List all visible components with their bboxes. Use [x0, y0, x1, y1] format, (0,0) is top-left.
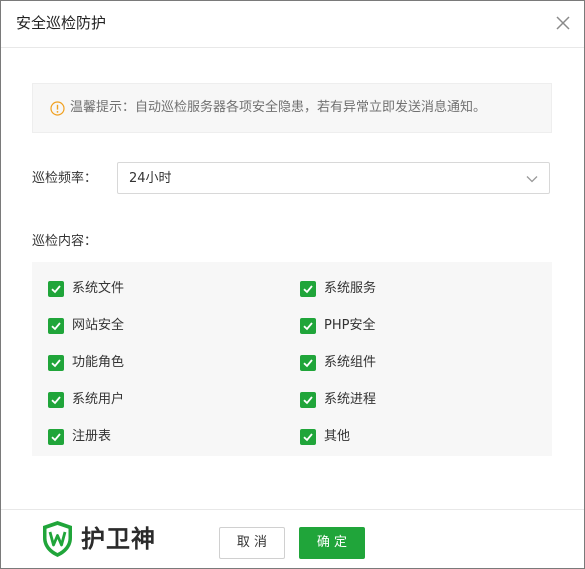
brand-logo: 护卫神: [41, 520, 181, 560]
checkbox[interactable]: [48, 318, 64, 334]
checkbox[interactable]: [48, 281, 64, 297]
shield-logo-icon: [43, 521, 72, 557]
notice-text: 温馨提示：自动巡检服务器各项安全隐患，若有异常立即发送消息通知。: [70, 100, 487, 115]
footer-divider: [1, 509, 584, 510]
check-icon: [303, 433, 313, 442]
frequency-select[interactable]: 24小时: [117, 162, 550, 194]
check-icon: [303, 396, 313, 405]
checkbox[interactable]: [48, 429, 64, 445]
inspection-options-panel: 系统文件 系统服务 网站安全 PHP安全 功能角色 系统组件 系统用户 系统进程…: [32, 262, 552, 456]
cancel-button[interactable]: 取 消: [219, 527, 285, 559]
checkbox[interactable]: [48, 392, 64, 408]
security-inspection-dialog: 安全巡检防护 温馨提示：自动巡检服务器各项安全隐患，若有异常立即发送消息通知。 …: [0, 0, 585, 569]
option-label: 系统服务: [324, 281, 377, 296]
dialog-header: 安全巡检防护: [1, 1, 584, 48]
content-label: 巡检内容：: [32, 234, 98, 249]
checkbox[interactable]: [300, 318, 316, 334]
check-icon: [51, 396, 61, 405]
option-label: 注册表: [72, 429, 112, 444]
warning-circle-icon: [50, 101, 65, 116]
option-label: 系统文件: [72, 281, 125, 296]
option-label: 功能角色: [72, 355, 125, 370]
dialog-title: 安全巡检防护: [16, 14, 107, 32]
option-label: PHP安全: [324, 318, 376, 333]
check-icon: [51, 359, 61, 368]
checkbox[interactable]: [48, 355, 64, 371]
checkbox[interactable]: [300, 429, 316, 445]
notice-box: 温馨提示：自动巡检服务器各项安全隐患，若有异常立即发送消息通知。: [32, 83, 552, 133]
brand-name: 护卫神: [81, 525, 156, 553]
check-icon: [51, 322, 61, 331]
frequency-selected-value: 24小时: [129, 171, 172, 186]
checkbox[interactable]: [300, 355, 316, 371]
check-icon: [303, 322, 313, 331]
confirm-button[interactable]: 确 定: [299, 527, 365, 559]
check-icon: [51, 285, 61, 294]
option-label: 其他: [324, 429, 351, 444]
checkbox[interactable]: [300, 281, 316, 297]
check-icon: [51, 433, 61, 442]
check-icon: [303, 285, 313, 294]
close-button[interactable]: [554, 14, 572, 32]
option-label: 系统用户: [72, 392, 125, 407]
check-icon: [303, 359, 313, 368]
option-label: 系统进程: [324, 392, 377, 407]
checkbox[interactable]: [300, 392, 316, 408]
frequency-label: 巡检频率：: [32, 171, 98, 186]
close-icon: [556, 16, 570, 30]
chevron-down-icon: [526, 176, 538, 183]
option-label: 系统组件: [324, 355, 377, 370]
option-label: 网站安全: [72, 318, 125, 333]
